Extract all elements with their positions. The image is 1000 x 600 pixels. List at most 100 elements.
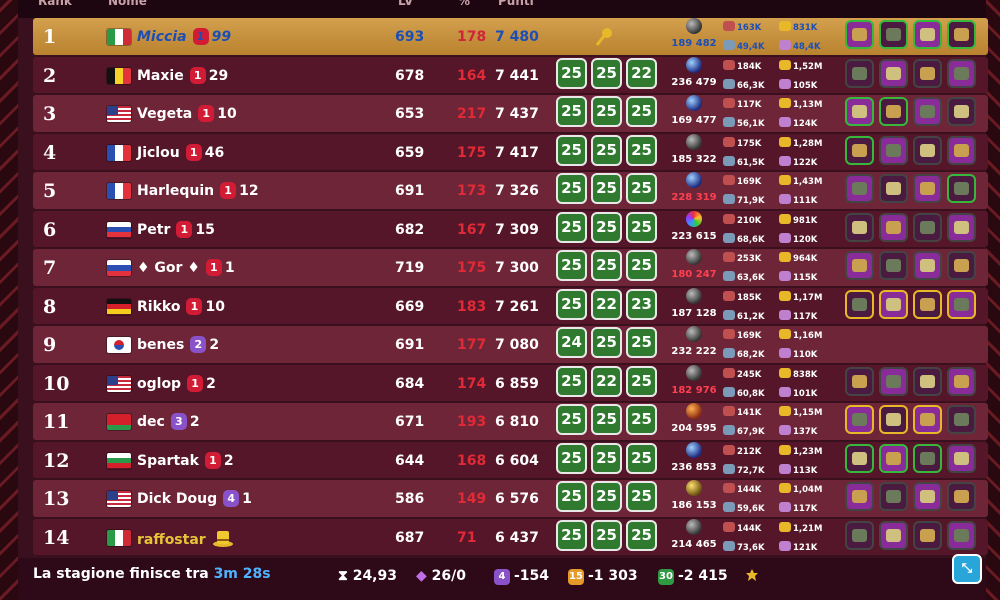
card-slot[interactable] [913,58,942,88]
card-slot[interactable] [913,174,942,203]
card-slot[interactable] [879,20,908,49]
player-name[interactable]: dec 3 2 [137,413,200,430]
card-slot[interactable] [879,251,908,280]
card-slot[interactable] [947,174,976,203]
reward-box[interactable]: 22 [626,57,657,89]
card-slot[interactable] [913,289,942,319]
reward-box[interactable]: 25 [626,327,657,358]
leaderboard-row[interactable]: 12 Spartak 1 2 644 168 6 604 25 25 25 236 853 212K… [33,441,988,478]
reward-box[interactable]: 25 [556,57,587,89]
player-name[interactable]: Jiclou 1 46 [137,143,224,161]
card-slot[interactable] [947,97,976,126]
reward-box[interactable]: 25 [591,442,622,474]
card-slot[interactable] [913,520,942,550]
card-slot[interactable] [879,289,908,319]
player-name[interactable]: benes 2 2 [137,336,219,353]
pin-icon[interactable] [593,26,615,48]
card-slot[interactable] [913,135,942,165]
reward-box[interactable]: 25 [591,327,622,358]
card-slot[interactable] [879,212,908,242]
player-name[interactable]: Rikko 1 10 [137,297,225,315]
card-slot[interactable] [947,251,976,280]
reward-box[interactable]: 25 [591,173,622,204]
leaderboard-row[interactable]: 3 Vegeta 1 10 653 217 7 437 25 25 25 169 477 117K … [33,95,988,132]
card-slot[interactable] [913,482,942,511]
leaderboard-row[interactable]: 13 Dick Doug 4 1 586 149 6 576 25 25 25 186 153 14… [33,480,988,517]
card-slot[interactable] [913,20,942,49]
card-slot[interactable] [879,405,908,434]
card-slot[interactable] [845,251,874,280]
player-name[interactable]: Maxie 1 29 [137,66,228,84]
player-name[interactable]: ♦ Gor ♦ 1 1 [137,259,235,276]
reward-box[interactable]: 23 [626,288,657,320]
card-slot[interactable] [947,212,976,242]
reward-box[interactable]: 25 [591,96,622,127]
card-slot[interactable] [845,405,874,434]
reward-box[interactable]: 25 [626,481,657,512]
leaderboard-row[interactable]: 1 Miccia 1 99 693 178 7 480 189 482 163K 831K 4… [33,18,988,55]
card-slot[interactable] [845,443,874,473]
leaderboard-row[interactable]: 14 raffostar 687 71 6 437 25 25 25 214 465 144K … [33,518,988,555]
card-slot[interactable] [879,58,908,88]
card-slot[interactable] [947,405,976,434]
card-slot[interactable] [913,251,942,280]
player-name[interactable]: raffostar [137,529,234,548]
card-slot[interactable] [845,289,874,319]
leaderboard-row[interactable]: 4 Jiclou 1 46 659 175 7 417 25 25 25 185 322 175K … [33,133,988,170]
reward-box[interactable]: 25 [591,404,622,435]
leaderboard-row[interactable]: 7 ♦ Gor ♦ 1 1 719 175 7 300 25 25 25 180 247 253K … [33,249,988,286]
leaderboard-row[interactable]: 8 Rikko 1 10 669 183 7 261 25 22 23 187 128 185K 1… [33,287,988,324]
card-slot[interactable] [879,135,908,165]
player-name[interactable]: Harlequin 1 12 [137,182,259,199]
card-slot[interactable] [913,405,942,434]
reward-box[interactable]: 25 [556,519,587,551]
player-name[interactable]: Miccia 1 99 [137,28,231,45]
reward-box[interactable]: 25 [556,442,587,474]
player-name[interactable]: Vegeta 1 10 [137,105,237,122]
leaderboard-row[interactable]: 2 Maxie 1 29 678 164 7 441 25 25 22 236 479 184K 1… [33,56,988,93]
leaderboard-row[interactable]: 9 benes 2 2 691 177 7 080 24 25 25 232 222 169K 1,… [33,326,988,363]
card-slot[interactable] [913,212,942,242]
player-name[interactable]: Spartak 1 2 [137,451,234,469]
reward-box[interactable]: 25 [591,519,622,551]
card-slot[interactable] [913,366,942,396]
player-name[interactable]: oglop 1 2 [137,374,216,392]
card-slot[interactable] [845,366,874,396]
card-slot[interactable] [913,443,942,473]
reward-box[interactable]: 25 [556,134,587,166]
card-slot[interactable] [947,20,976,49]
reward-box[interactable]: 25 [626,365,657,397]
card-slot[interactable] [947,366,976,396]
card-slot[interactable] [947,58,976,88]
rank-up-icon[interactable] [745,568,759,582]
card-slot[interactable] [845,97,874,126]
card-slot[interactable] [879,443,908,473]
card-slot[interactable] [947,289,976,319]
reward-box[interactable]: 25 [626,250,657,281]
reward-box[interactable]: 25 [556,365,587,397]
card-slot[interactable] [879,520,908,550]
reward-box[interactable]: 25 [626,442,657,474]
reward-box[interactable]: 25 [591,250,622,281]
collapse-button[interactable]: ⤡ [952,554,982,584]
player-name[interactable]: Dick Doug 4 1 [137,490,252,507]
reward-box[interactable]: 24 [556,327,587,358]
reward-box[interactable]: 25 [591,57,622,89]
card-slot[interactable] [879,97,908,126]
reward-box[interactable]: 25 [591,134,622,166]
reward-box[interactable]: 25 [591,211,622,243]
reward-box[interactable]: 25 [626,134,657,166]
reward-box[interactable]: 25 [626,173,657,204]
card-slot[interactable] [947,482,976,511]
leaderboard-row[interactable]: 5 Harlequin 1 12 691 173 7 326 25 25 25 228 319 16… [33,172,988,209]
reward-box[interactable]: 25 [626,404,657,435]
reward-box[interactable]: 25 [556,96,587,127]
leaderboard-row[interactable]: 10 oglop 1 2 684 174 6 859 25 22 25 182 976 245K 8… [33,364,988,401]
card-slot[interactable] [845,20,874,49]
card-slot[interactable] [879,482,908,511]
card-slot[interactable] [879,366,908,396]
leaderboard-row[interactable]: 6 Petr 1 15 682 167 7 309 25 25 25 223 615 210K 98… [33,210,988,247]
card-slot[interactable] [845,58,874,88]
reward-box[interactable]: 25 [556,250,587,281]
reward-box[interactable]: 25 [626,211,657,243]
